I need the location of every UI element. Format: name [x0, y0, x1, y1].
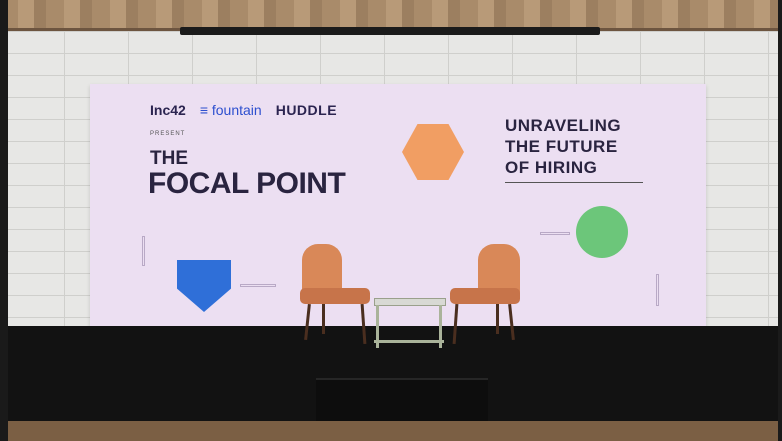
green-circle-shape — [576, 206, 628, 258]
projector-screen-housing — [180, 27, 600, 35]
inc42-logo: Inc42 — [150, 102, 186, 118]
left-chair — [296, 244, 374, 348]
headline-underline — [505, 182, 643, 183]
decorative-line — [540, 232, 570, 235]
event-stage-photo: Inc42 ≡ fountain HUDDLE PRESENT THE FOCA… — [0, 0, 782, 441]
fountain-mark-icon: ≡ — [199, 102, 212, 118]
event-title-line-2: FOCAL POINT — [148, 167, 346, 200]
stage-backdrop-banner: Inc42 ≡ fountain HUDDLE PRESENT THE FOCA… — [90, 84, 706, 330]
decorative-line — [656, 274, 659, 306]
photo-border-right — [778, 0, 782, 441]
event-headline: UNRAVELING THE FUTURE OF HIRING — [505, 115, 645, 178]
photo-border-left — [0, 0, 8, 441]
fountain-logo-text: fountain — [211, 102, 262, 118]
wooden-floor — [0, 421, 782, 441]
sponsor-logos: Inc42 ≡ fountain HUDDLE — [150, 102, 337, 118]
fountain-logo: ≡ fountain — [200, 102, 262, 118]
huddle-logo: HUDDLE — [275, 102, 338, 118]
headline-line-2: THE FUTURE — [505, 137, 618, 156]
right-chair — [448, 244, 526, 348]
headline-line-3: OF HIRING — [505, 158, 598, 177]
side-table — [374, 298, 446, 348]
orange-hexagon-shape — [402, 124, 464, 180]
blue-pentagon-shape — [177, 260, 231, 312]
decorative-line — [240, 284, 276, 287]
decorative-line — [142, 236, 145, 266]
present-label: PRESENT — [150, 131, 186, 137]
headline-line-1: UNRAVELING — [505, 116, 622, 135]
